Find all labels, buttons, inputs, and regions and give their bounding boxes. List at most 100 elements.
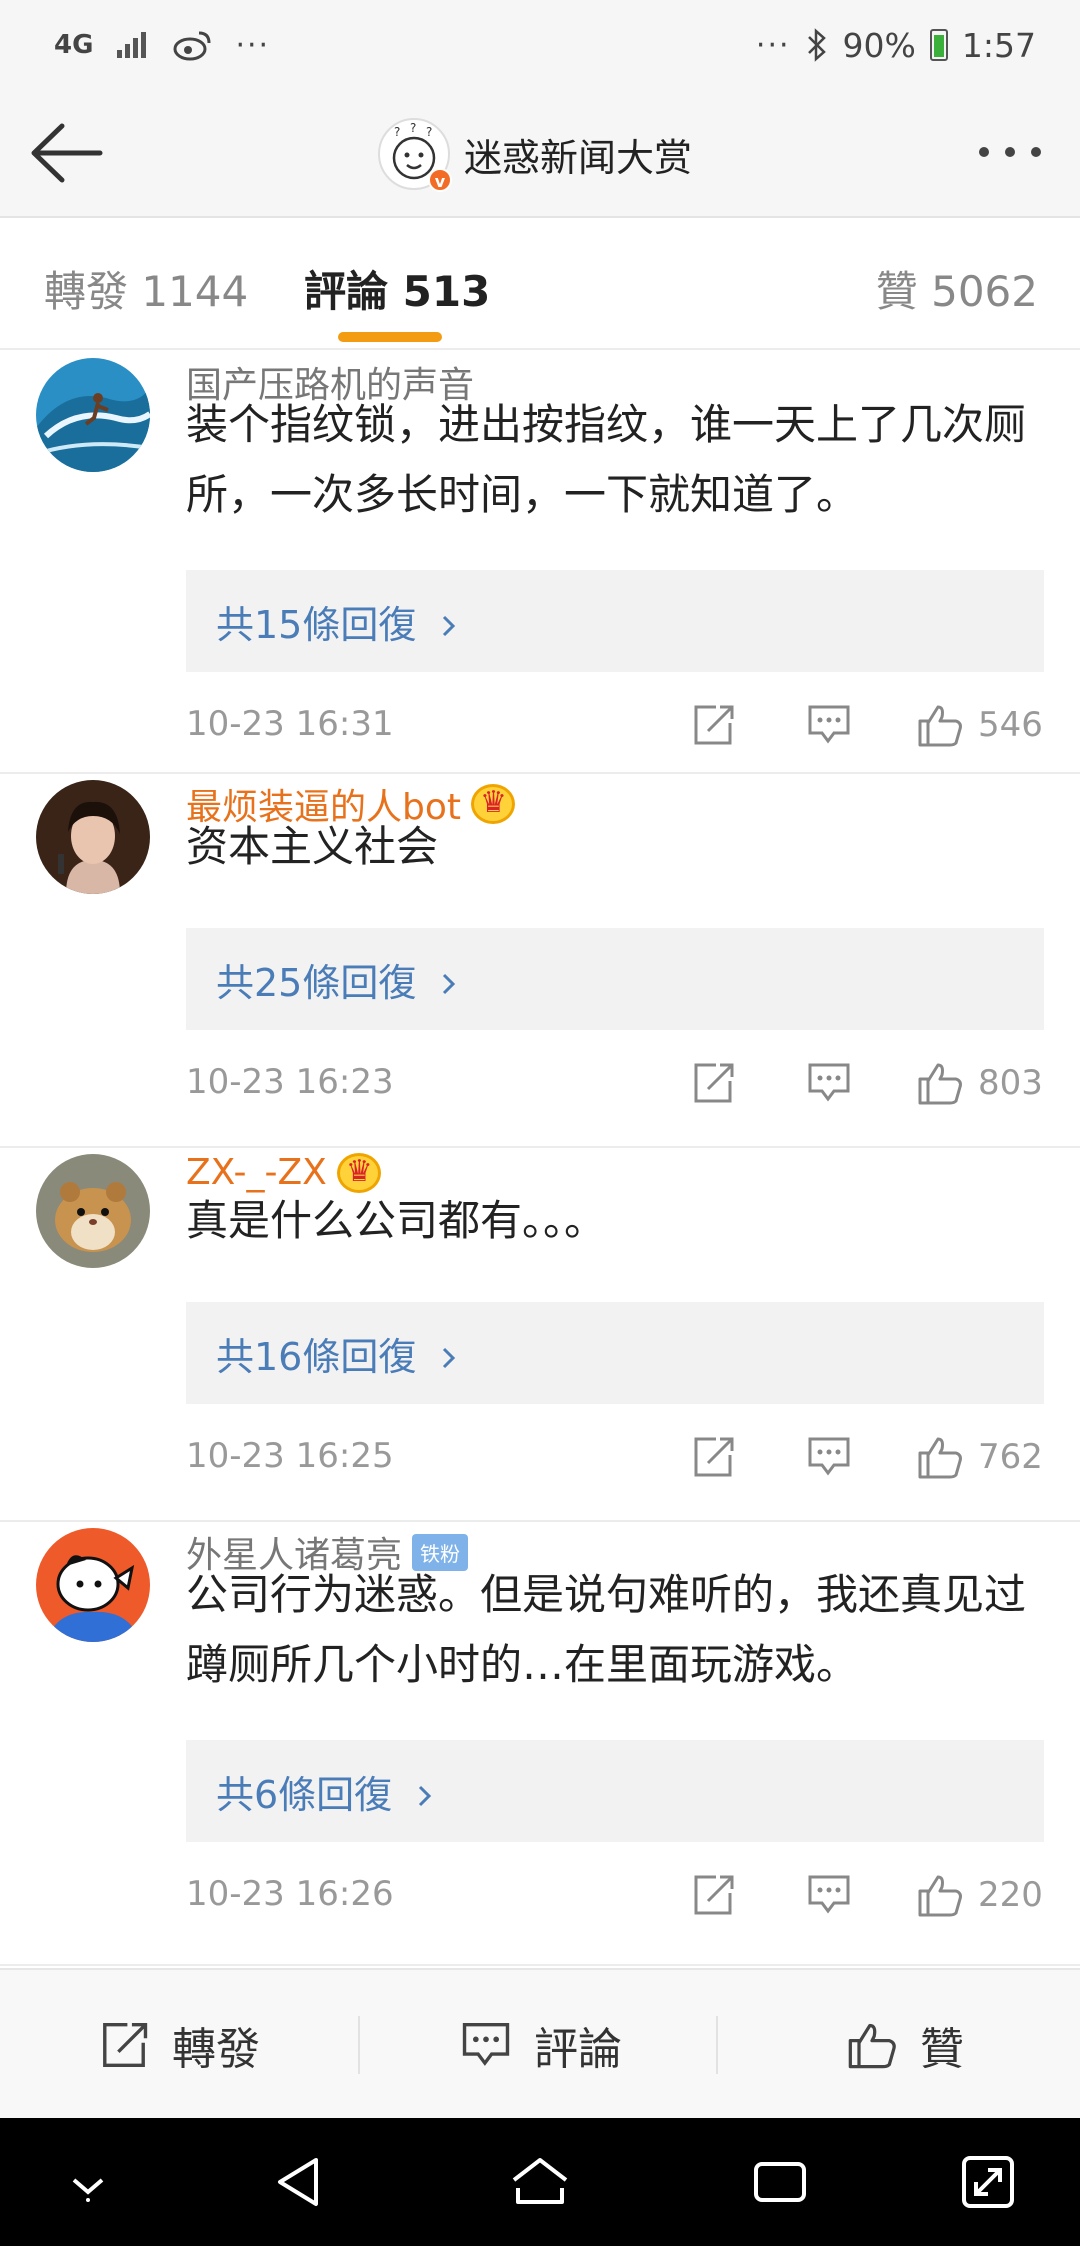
share-icon bbox=[103, 2022, 148, 2068]
nav-hide-button[interactable] bbox=[54, 2148, 122, 2216]
bottom-comment-button[interactable]: 評論 bbox=[460, 1970, 622, 2120]
comment-footer: 10-23 16:23 803 bbox=[186, 1052, 1043, 1112]
comment-item: ZX-_-ZX 真是什么公司都有。。。 共16條回復 10-23 16:25 7… bbox=[0, 1148, 1080, 1522]
status-more-right: ··· bbox=[755, 27, 791, 63]
comment-text: 公司行为迷惑。但是说句难听的，我还真见过蹲厕所几个小时的…在里面玩游戏。 bbox=[186, 1570, 1027, 1689]
comment-text: 真是什么公司都有。。。 bbox=[186, 1196, 607, 1245]
tab-like[interactable]: 贊 5062 bbox=[876, 258, 1038, 319]
bottom-like-button[interactable]: 贊 bbox=[846, 1970, 964, 2120]
reply-box[interactable]: 共25條回復 bbox=[186, 928, 1044, 1030]
reply-count-text: 共25條回復 bbox=[216, 961, 417, 1005]
share-icon bbox=[694, 1875, 734, 1915]
comment-icon bbox=[808, 705, 850, 744]
reply-button[interactable] bbox=[806, 1432, 852, 1482]
comment-footer: 10-23 16:25 762 bbox=[186, 1426, 1043, 1486]
status-right: ··· 90% 1:57 bbox=[756, 22, 1036, 68]
triangle-back-icon bbox=[278, 2158, 318, 2206]
title-bar: ??? v 迷惑新闻大赏 bbox=[0, 90, 1080, 218]
surfer-avatar-image bbox=[36, 358, 150, 472]
comment-text: 资本主义社会 bbox=[186, 822, 439, 871]
more-button[interactable] bbox=[970, 132, 1050, 172]
comment-icon bbox=[462, 2022, 510, 2066]
reply-button[interactable] bbox=[806, 1870, 852, 1920]
avatar[interactable] bbox=[36, 1528, 150, 1642]
reply-count-text: 共15條回復 bbox=[216, 603, 417, 647]
thumbs-up-icon bbox=[918, 1437, 962, 1479]
cartoon-dog-avatar-image bbox=[36, 1528, 150, 1642]
avatar[interactable] bbox=[36, 358, 150, 472]
bottom-comment-label: 評論 bbox=[534, 2024, 622, 2075]
reply-button[interactable] bbox=[806, 1058, 852, 1108]
recents-icon bbox=[754, 2162, 806, 2202]
like-count: 803 bbox=[978, 1063, 1043, 1103]
nav-back-button[interactable] bbox=[266, 2148, 334, 2216]
bottom-action-bar: 轉發 評論 贊 bbox=[0, 1968, 1080, 2118]
share-icon bbox=[694, 1063, 734, 1103]
chevron-right-icon bbox=[443, 973, 456, 995]
thumbs-up-icon bbox=[848, 2023, 896, 2069]
like-count: 546 bbox=[978, 705, 1043, 745]
account-title[interactable]: ??? v 迷惑新闻大赏 bbox=[378, 114, 692, 194]
reply-box[interactable]: 共15條回復 bbox=[186, 570, 1044, 672]
svg-text:?: ? bbox=[394, 125, 400, 139]
thumbs-up-icon bbox=[918, 1063, 962, 1105]
comment-footer: 10-23 16:31 546 bbox=[186, 694, 1043, 754]
tab-repost[interactable]: 轉發 1144 bbox=[44, 258, 248, 319]
svg-text:?: ? bbox=[426, 125, 432, 139]
like-button[interactable]: 220 bbox=[916, 1870, 1043, 1920]
share-icon bbox=[694, 1437, 734, 1477]
reply-count-link[interactable]: 共15條回復 bbox=[216, 594, 460, 649]
reply-count-link[interactable]: 共16條回復 bbox=[216, 1326, 460, 1381]
divider bbox=[358, 2016, 360, 2074]
chevron-right-icon bbox=[443, 615, 456, 637]
like-button[interactable]: 762 bbox=[916, 1432, 1043, 1482]
like-button[interactable]: 546 bbox=[916, 700, 1043, 750]
home-icon bbox=[512, 2158, 568, 2204]
nav-recents-button[interactable] bbox=[746, 2148, 814, 2216]
status-bar: 4G ··· ··· 90% 1:57 bbox=[0, 0, 1080, 90]
comment-icon bbox=[808, 1875, 850, 1914]
bottom-repost-label: 轉發 bbox=[172, 2024, 260, 2075]
reply-box[interactable]: 共16條回復 bbox=[186, 1302, 1044, 1404]
account-avatar[interactable]: ??? v bbox=[378, 118, 452, 192]
repost-button[interactable] bbox=[690, 700, 736, 750]
repost-button[interactable] bbox=[690, 1432, 736, 1482]
comment-footer: 10-23 16:26 220 bbox=[186, 1864, 1043, 1924]
clock: 1:57 bbox=[961, 25, 1036, 65]
reply-count-text: 共16條回復 bbox=[216, 1335, 417, 1379]
comment-time: 10-23 16:31 bbox=[186, 704, 394, 744]
like-button[interactable]: 803 bbox=[916, 1058, 1043, 1108]
comment-icon bbox=[808, 1063, 850, 1102]
repost-button[interactable] bbox=[690, 1870, 736, 1920]
comment-time: 10-23 16:25 bbox=[186, 1436, 394, 1476]
like-count: 220 bbox=[978, 1875, 1043, 1915]
avatar[interactable] bbox=[36, 780, 150, 894]
nav-home-button[interactable] bbox=[506, 2148, 574, 2216]
comment-item: 外星人诸葛亮 铁粉 公司行为迷惑。但是说句难听的，我还真见过蹲厕所几个小时的…在… bbox=[0, 1522, 1080, 1966]
reply-box[interactable]: 共6條回復 bbox=[186, 1740, 1044, 1842]
comment-time: 10-23 16:23 bbox=[186, 1062, 394, 1102]
comment-icon bbox=[808, 1437, 850, 1476]
repost-button[interactable] bbox=[690, 1058, 736, 1108]
comment-item: 最烦装逼的人bot 资本主义社会 共25條回復 10-23 16:23 803 bbox=[0, 774, 1080, 1148]
status-left: 4G ··· bbox=[54, 22, 270, 68]
comment-item: 国产压路机的声音 装个指纹锁，进出按指纹，谁一天上了几次厕所，一次多长时间，一下… bbox=[0, 352, 1080, 774]
bottom-repost-button[interactable]: 轉發 bbox=[98, 1970, 260, 2120]
tab-comment[interactable]: 評論 513 bbox=[304, 258, 490, 319]
weibo-icon bbox=[173, 31, 211, 61]
avatar[interactable] bbox=[36, 1154, 150, 1268]
reply-count-link[interactable]: 共25條回復 bbox=[216, 952, 460, 1007]
back-arrow-icon bbox=[31, 123, 103, 183]
bluetooth-icon bbox=[807, 28, 826, 62]
reply-count-link[interactable]: 共6條回復 bbox=[216, 1764, 436, 1819]
battery-icon bbox=[929, 29, 948, 61]
nav-expand-button[interactable] bbox=[954, 2148, 1022, 2216]
network-type: 4G bbox=[54, 30, 94, 60]
status-more-left: ··· bbox=[235, 27, 271, 63]
signal-icon bbox=[117, 32, 147, 58]
reply-button[interactable] bbox=[806, 700, 852, 750]
back-button[interactable] bbox=[26, 120, 106, 186]
thumbs-up-icon bbox=[918, 1875, 962, 1917]
comment-time: 10-23 16:26 bbox=[186, 1874, 394, 1914]
like-count: 762 bbox=[978, 1437, 1043, 1477]
